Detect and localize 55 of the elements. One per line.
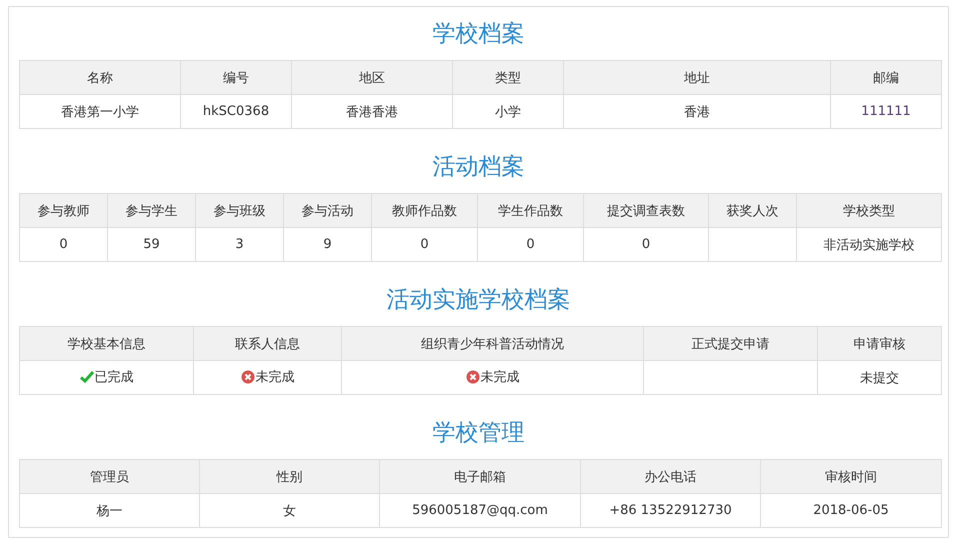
table-cell: 未提交 xyxy=(818,360,942,394)
column-header: 地址 xyxy=(564,60,830,94)
column-header: 联系人信息 xyxy=(194,326,342,360)
column-header: 参与活动 xyxy=(284,194,372,228)
column-header: 参与教师 xyxy=(20,194,108,228)
table-cell: 596005187@qq.com xyxy=(380,494,580,528)
column-header: 管理员 xyxy=(20,460,200,494)
table-cell: 香港第一小学 xyxy=(20,94,180,128)
column-header: 参与学生 xyxy=(108,194,196,228)
table-cell: 香港香港 xyxy=(292,94,452,128)
table-cell: 0 xyxy=(584,228,708,262)
column-header: 提交调查表数 xyxy=(584,194,708,228)
column-header: 性别 xyxy=(200,460,380,494)
table-cell: +86 13522912730 xyxy=(580,494,760,528)
table-cell: hkSC0368 xyxy=(180,94,292,128)
column-header: 教师作品数 xyxy=(372,194,478,228)
check-icon xyxy=(80,370,94,384)
column-header: 邮编 xyxy=(830,60,942,94)
table-cell: 3 xyxy=(196,228,284,262)
column-header: 组织青少年科普活动情况 xyxy=(342,326,644,360)
column-header: 审核时间 xyxy=(760,460,942,494)
section-title: 学校管理 xyxy=(432,419,526,448)
column-header: 办公电话 xyxy=(580,460,760,494)
section-title: 活动实施学校档案 xyxy=(386,286,572,315)
column-header: 电子邮箱 xyxy=(380,460,580,494)
column-header: 参与班级 xyxy=(196,194,284,228)
table-cell: 59 xyxy=(108,228,196,262)
table-cell: 香港 xyxy=(564,94,830,128)
column-header: 学生作品数 xyxy=(478,194,584,228)
column-header: 申请审核 xyxy=(818,326,942,360)
table-cell: 0 xyxy=(478,228,584,262)
table-cell: 9 xyxy=(284,228,372,262)
table-cell: 女 xyxy=(200,494,380,528)
cross-circle-icon xyxy=(466,370,480,384)
section-title: 学校档案 xyxy=(432,20,526,49)
table-cell: 0 xyxy=(20,228,108,262)
column-header: 名称 xyxy=(20,60,180,94)
status-text: 已完成 xyxy=(94,368,134,386)
table-cell: 杨一 xyxy=(20,494,200,528)
column-header: 地区 xyxy=(292,60,452,94)
status-text: 未完成 xyxy=(480,368,520,386)
column-header: 类型 xyxy=(452,60,564,94)
table-cell: 小学 xyxy=(452,94,564,128)
column-header: 编号 xyxy=(180,60,292,94)
column-header: 获奖人次 xyxy=(708,194,796,228)
table-cell: 111111 xyxy=(830,94,942,128)
column-header: 学校基本信息 xyxy=(20,326,194,360)
cross-circle-icon xyxy=(240,370,254,384)
section-title: 活动档案 xyxy=(432,153,526,182)
column-header: 学校类型 xyxy=(796,194,942,228)
status-text: 未完成 xyxy=(256,368,294,386)
table-cell: 非活动实施学校 xyxy=(796,228,942,262)
column-header: 正式提交申请 xyxy=(644,326,818,360)
table-cell: 0 xyxy=(372,228,478,262)
table-cell: 2018-06-05 xyxy=(760,494,942,528)
